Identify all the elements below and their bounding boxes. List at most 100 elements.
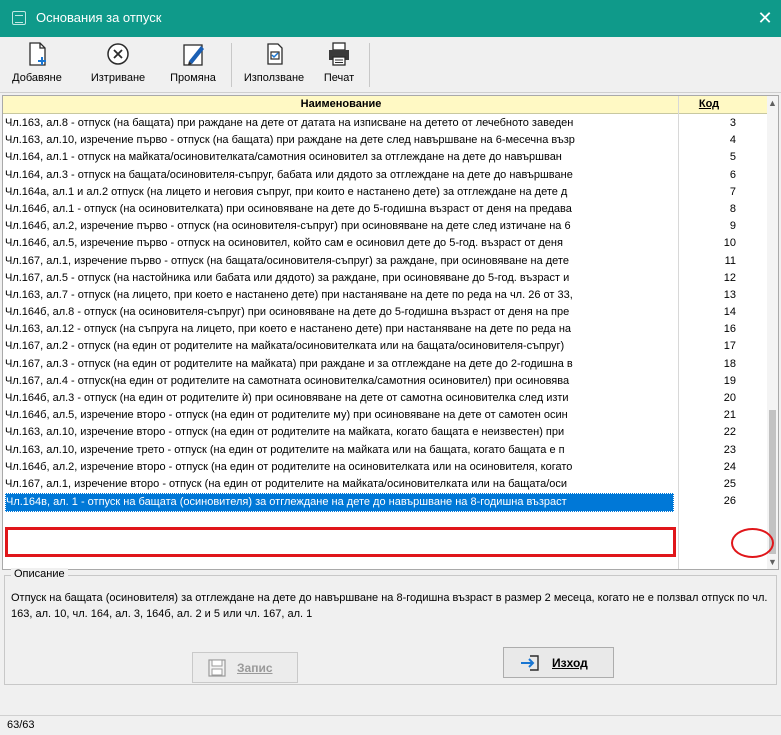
add-document-icon	[29, 42, 46, 66]
cell-name: Чл.163, ал.12 - отпуск (на съпруга на ли…	[5, 323, 572, 336]
toolbar-separator	[369, 43, 370, 87]
print-button-label: Печат	[323, 72, 355, 84]
cell-code: 14	[723, 306, 736, 319]
leave-reasons-grid[interactable]: Наименование Код Чл.163, ал.8 - отпуск (…	[2, 95, 779, 570]
table-row[interactable]: Чл.164б, ал.5, изречение второ - отпуск …	[3, 407, 769, 424]
scroll-thumb[interactable]	[769, 410, 776, 554]
title-bar: Основания за отпуск ✕	[0, 0, 781, 37]
vertical-scrollbar[interactable]: ▲ ▼	[767, 96, 778, 569]
column-header-code[interactable]: Код	[679, 98, 739, 110]
delete-circle-icon	[107, 43, 129, 65]
cell-code: 18	[723, 357, 736, 370]
use-button[interactable]: Използване	[237, 40, 311, 90]
record-position: 63/63	[7, 719, 35, 731]
table-row-selected[interactable]: Чл.164в, ал. 1 - отпуск на бащата (осино…	[3, 493, 769, 513]
edit-button[interactable]: Промяна	[159, 40, 227, 90]
table-row[interactable]: Чл.167, ал.1, изречение второ - отпуск (…	[3, 476, 769, 493]
cell-code: 19	[723, 374, 736, 387]
toolbar-separator	[231, 43, 232, 87]
cell-code: 16	[723, 323, 736, 336]
cell-code: 24	[723, 460, 736, 473]
selected-row-highlight-box	[5, 527, 676, 557]
grid-header: Наименование Код	[3, 96, 769, 114]
table-row[interactable]: Чл.163, ал.10, изречение трето - отпуск …	[3, 442, 769, 459]
cell-code: 12	[723, 271, 736, 284]
status-bar: 63/63	[0, 715, 781, 735]
cell-name: Чл.164, ал.3 - отпуск на бащата/осиновит…	[5, 168, 573, 181]
cell-code: 6	[729, 168, 736, 181]
edit-button-label: Промяна	[170, 72, 216, 84]
table-row[interactable]: Чл.167, ал.3 - отпуск (на един от родите…	[3, 356, 769, 373]
cell-code: 21	[723, 409, 736, 422]
close-button[interactable]: ✕	[749, 0, 781, 37]
save-disk-icon	[208, 659, 226, 677]
cell-code: 17	[723, 340, 736, 353]
cell-name: Чл.163, ал.7 - отпуск (на лицето, при ко…	[5, 288, 573, 301]
table-row[interactable]: Чл.164б, ал.5, изречение първо - отпуск …	[3, 235, 769, 252]
cell-code: 7	[729, 185, 736, 198]
table-row[interactable]: Чл.164б, ал.2, изречение второ - отпуск …	[3, 459, 769, 476]
cell-code: 23	[723, 443, 736, 456]
use-document-icon	[267, 43, 283, 65]
cell-name: Чл.164в, ал. 1 - отпуск на бащата (осино…	[5, 493, 674, 513]
cell-name: Чл.163, ал.10, изречение второ - отпуск …	[5, 426, 565, 439]
cell-code: 25	[723, 477, 736, 490]
cell-name: Чл.164б, ал.5, изречение първо - отпуск …	[5, 237, 563, 250]
save-button-label: Запис	[237, 661, 273, 675]
cell-code: 8	[729, 202, 736, 215]
cell-name: Чл.167, ал.2 - отпуск (на един от родите…	[5, 340, 565, 353]
table-row[interactable]: Чл.164а, ал.1 и ал.2 отпуск (на лицето и…	[3, 184, 769, 201]
cell-name: Чл.164б, ал.3 - отпуск (на един от родит…	[5, 392, 569, 404]
column-header-name[interactable]: Наименование	[3, 98, 679, 110]
table-row[interactable]: Чл.163, ал.10, изречение първо - отпуск …	[3, 132, 769, 149]
toolbar: Добавяне Изтриване Промяна Използване Пе…	[0, 37, 781, 93]
add-button[interactable]: Добавяне	[7, 40, 67, 90]
cell-name: Чл.167, ал.5 - отпуск (на настойника или…	[5, 271, 570, 284]
delete-button[interactable]: Изтриване	[84, 40, 152, 90]
table-row[interactable]: Чл.164, ал.3 - отпуск на бащата/осиновит…	[3, 167, 769, 184]
cell-name: Чл.163, ал.10, изречение първо - отпуск …	[5, 134, 575, 147]
cell-code: 13	[723, 288, 736, 301]
cell-name: Чл.164б, ал.1 - отпуск (на осиновителкат…	[5, 202, 572, 215]
cell-name: Чл.164б, ал.8 - отпуск (на осиновителя-с…	[5, 306, 570, 319]
table-row[interactable]: Чл.163, ал.10, изречение второ - отпуск …	[3, 424, 769, 441]
cell-name: Чл.167, ал.1, изречение второ - отпуск (…	[5, 477, 568, 490]
cell-code: 20	[723, 392, 736, 404]
cell-name: Чл.167, ал.1, изречение първо - отпуск (…	[5, 254, 569, 267]
description-group: Описание Отпуск на бащата (осиновителя) …	[4, 568, 777, 685]
description-legend: Описание	[11, 568, 68, 580]
cell-code: 3	[729, 117, 736, 129]
add-button-label: Добавяне	[12, 72, 62, 84]
print-button[interactable]: Печат	[313, 40, 365, 90]
cell-name: Чл.164а, ал.1 и ал.2 отпуск (на лицето и…	[5, 185, 568, 198]
cell-code: 5	[729, 151, 736, 164]
table-row[interactable]: Чл.167, ал.1, изречение първо - отпуск (…	[3, 253, 769, 270]
table-row[interactable]: Чл.167, ал.2 - отпуск (на един от родите…	[3, 338, 769, 355]
table-row[interactable]: Чл.163, ал.8 - отпуск (на бащата) при ра…	[3, 115, 769, 132]
cell-name: Чл.164б, ал.2, изречение първо - отпуск …	[5, 220, 571, 233]
cell-name: Чл.164б, ал.5, изречение второ - отпуск …	[5, 409, 568, 422]
table-row[interactable]: Чл.164б, ал.3 - отпуск (на един от родит…	[3, 390, 769, 407]
exit-button-label: Изход	[552, 656, 588, 670]
table-row[interactable]: Чл.163, ал.7 - отпуск (на лицето, при ко…	[3, 287, 769, 304]
table-row[interactable]: Чл.163, ал.12 - отпуск (на съпруга на ли…	[3, 321, 769, 338]
save-button[interactable]: Запис	[192, 652, 298, 683]
cell-code: 9	[729, 220, 736, 233]
window-title: Основания за отпуск	[36, 10, 162, 25]
cell-name: Чл.164, ал.1 - отпуск на майката/осинови…	[5, 151, 562, 164]
scroll-up-arrow-icon[interactable]: ▲	[767, 96, 778, 110]
exit-button[interactable]: Изход	[503, 647, 614, 678]
edit-pencil-icon	[183, 44, 204, 66]
table-row[interactable]: Чл.164б, ал.2, изречение първо - отпуск …	[3, 218, 769, 235]
description-text: Отпуск на бащата (осиновителя) за отглеж…	[11, 592, 768, 620]
app-icon	[12, 11, 26, 25]
cell-code: 4	[729, 134, 736, 147]
scroll-down-arrow-icon[interactable]: ▼	[767, 555, 778, 569]
table-row[interactable]: Чл.164б, ал.1 - отпуск (на осиновителкат…	[3, 201, 769, 218]
table-row[interactable]: Чл.164б, ал.8 - отпуск (на осиновителя-с…	[3, 304, 769, 321]
cell-name: Чл.164б, ал.2, изречение второ - отпуск …	[5, 460, 573, 473]
table-row[interactable]: Чл.167, ал.4 - отпуск(на един от родител…	[3, 373, 769, 390]
table-row[interactable]: Чл.164, ал.1 - отпуск на майката/осинови…	[3, 149, 769, 166]
table-row[interactable]: Чл.167, ал.5 - отпуск (на настойника или…	[3, 270, 769, 287]
cell-code: 11	[724, 254, 736, 267]
